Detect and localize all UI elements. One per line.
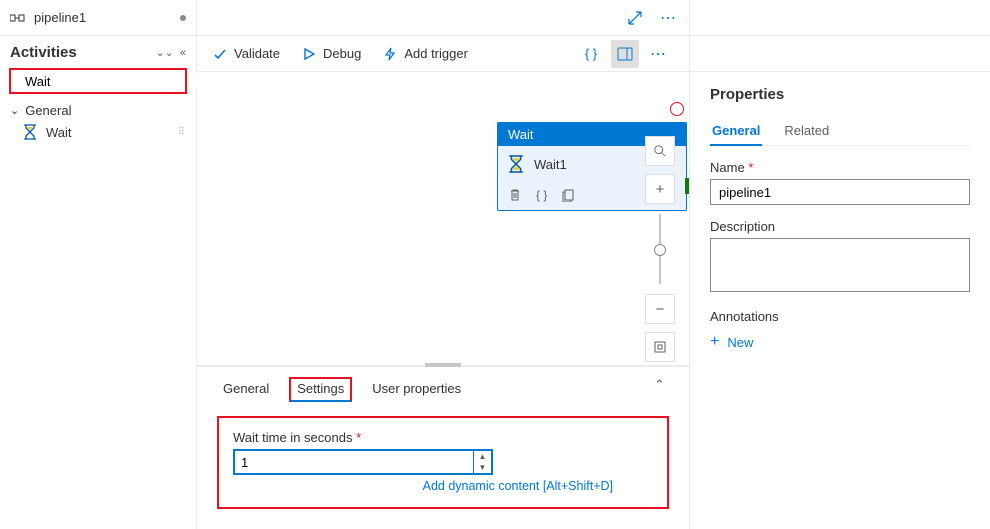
editor-topbar: ⋯ <box>197 0 689 36</box>
drag-handle-icon[interactable]: ⠿ <box>178 127 186 138</box>
stepper-up[interactable]: ▲ <box>474 451 491 462</box>
activities-search[interactable] <box>10 69 186 93</box>
add-trigger-button[interactable]: Add trigger <box>383 46 468 61</box>
properties-toggle-icon[interactable] <box>611 40 639 68</box>
activities-heading: Activities <box>10 44 149 61</box>
play-icon <box>302 47 316 61</box>
zoom-controls: + − <box>645 136 675 362</box>
activity-item-label: Wait <box>46 125 72 140</box>
zoom-knob[interactable] <box>654 244 666 256</box>
annotations-label: Annotations <box>710 309 970 324</box>
pipeline-canvas[interactable]: Wait Wait1 { } + <box>197 72 689 365</box>
check-icon <box>213 47 227 61</box>
activities-group-general[interactable]: ⌄ General <box>0 97 196 120</box>
expand-icon[interactable] <box>621 4 649 32</box>
zoom-slider[interactable] <box>659 214 661 284</box>
props-tab-general[interactable]: General <box>710 117 762 146</box>
success-port[interactable] <box>685 178 689 194</box>
breakpoint-icon[interactable] <box>670 102 684 116</box>
wait-time-input[interactable] <box>235 451 473 473</box>
chevron-double-down-icon[interactable]: ⌄⌄ <box>155 46 173 59</box>
chevron-down-icon: ⌄ <box>10 104 19 117</box>
zoom-out-button[interactable]: − <box>645 294 675 324</box>
hourglass-icon <box>22 124 38 140</box>
activity-config-panel: General Settings User properties ⌃ Wait … <box>197 365 689 529</box>
config-tab-general[interactable]: General <box>221 377 271 402</box>
description-input[interactable] <box>710 238 970 292</box>
tab-title: pipeline1 <box>34 10 172 25</box>
name-label: Name * <box>710 160 970 175</box>
activities-search-input[interactable] <box>23 73 203 90</box>
delete-icon[interactable] <box>508 188 522 202</box>
collapse-panel-icon[interactable]: ⌃ <box>654 377 665 393</box>
wait-time-field[interactable]: ▲ ▼ <box>233 449 493 475</box>
node-name: Wait1 <box>534 157 567 172</box>
json-view-icon[interactable]: { } <box>577 40 605 68</box>
activity-item-wait[interactable]: Wait ⠿ <box>0 120 196 144</box>
copy-icon[interactable] <box>561 188 575 202</box>
editor-toolbar: Validate Debug Add trigger { } ⋯ <box>197 36 689 72</box>
add-annotation-button[interactable]: + New <box>710 330 753 354</box>
editor-tab[interactable]: pipeline1 <box>0 0 196 36</box>
more-toolbar-icon[interactable]: ⋯ <box>645 40 673 68</box>
name-input[interactable] <box>710 179 970 205</box>
json-icon[interactable]: { } <box>536 188 547 202</box>
unsaved-dot-icon <box>180 15 186 21</box>
fit-screen-icon[interactable] <box>645 332 675 362</box>
description-label: Description <box>710 219 970 234</box>
zoom-in-button[interactable]: + <box>645 174 675 204</box>
debug-button[interactable]: Debug <box>302 46 361 61</box>
activities-group-label: General <box>25 103 71 118</box>
chevron-double-left-icon[interactable]: « <box>180 47 186 59</box>
stepper-down[interactable]: ▼ <box>474 462 491 473</box>
props-tab-related[interactable]: Related <box>782 117 831 145</box>
plus-icon: + <box>710 334 719 350</box>
config-tab-settings[interactable]: Settings <box>289 377 352 402</box>
validate-button[interactable]: Validate <box>213 46 280 61</box>
trigger-icon <box>383 47 397 61</box>
more-icon[interactable]: ⋯ <box>655 4 683 32</box>
pipeline-icon <box>10 11 26 25</box>
config-tab-user-properties[interactable]: User properties <box>370 377 463 402</box>
add-dynamic-content-link[interactable]: Add dynamic content [Alt+Shift+D] <box>233 479 613 493</box>
hourglass-icon <box>508 156 524 172</box>
properties-heading: Properties <box>710 86 970 103</box>
wait-time-label: Wait time in seconds * <box>233 430 361 445</box>
zoom-search-icon[interactable] <box>645 136 675 166</box>
